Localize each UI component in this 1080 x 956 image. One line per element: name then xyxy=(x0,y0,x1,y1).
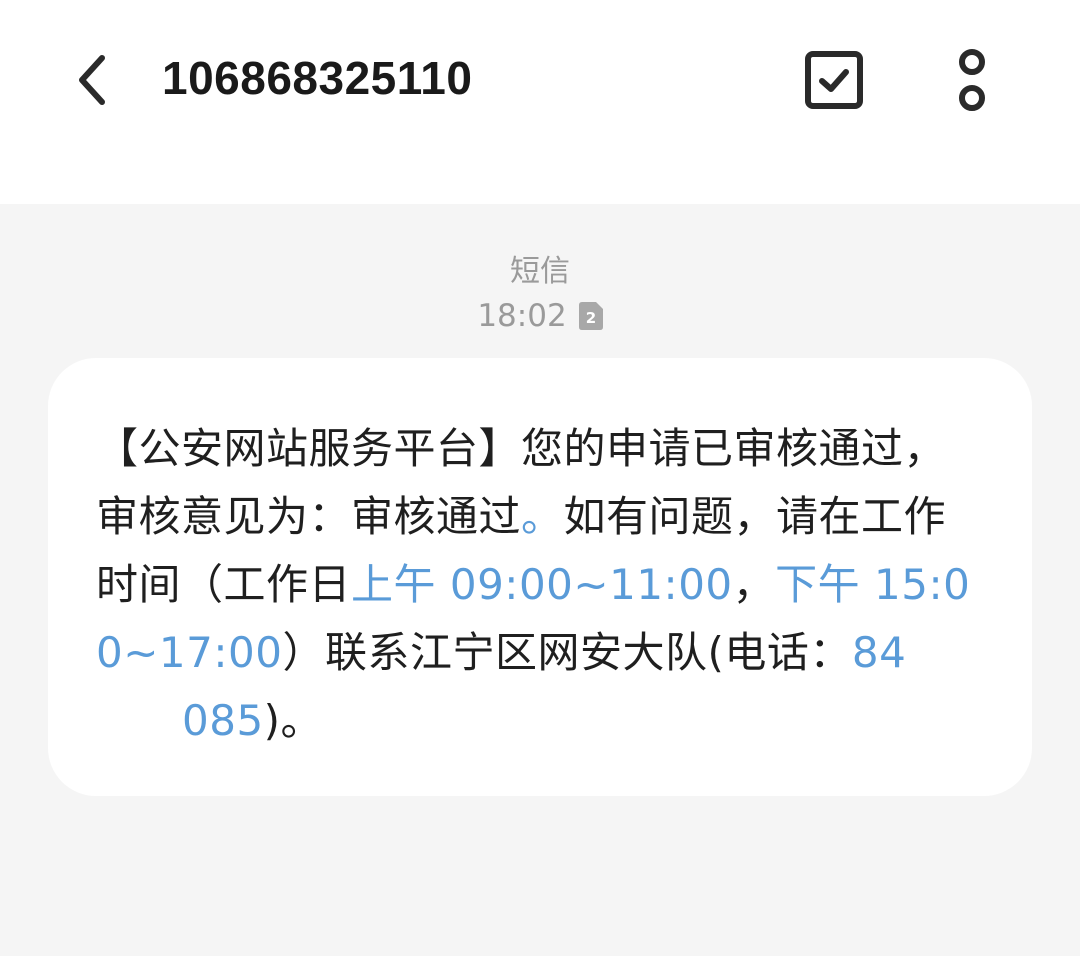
more-options-button[interactable] xyxy=(940,40,1004,120)
message-text: 【公安网站服务平台】您的申请已审核通过，审核意见为：审核通过。如有问题，请在工作… xyxy=(96,415,976,755)
sim-slot-number: 2 xyxy=(585,309,595,327)
chevron-left-icon xyxy=(79,55,105,105)
conversation-title: 106868325110 xyxy=(162,52,473,104)
message-time: 18:02 xyxy=(477,298,567,334)
app-header: 106868325110 xyxy=(0,0,1080,204)
message-part-3: ）联系江宁区网安大队(电话： xyxy=(282,628,852,677)
back-button[interactable] xyxy=(60,48,124,112)
select-messages-button[interactable] xyxy=(800,46,868,114)
message-channel-label: 短信 xyxy=(510,254,570,289)
message-tail: )。 xyxy=(263,696,324,745)
phone-number-link-start[interactable]: 84 xyxy=(852,628,906,677)
phone-number-link-end[interactable]: 085 xyxy=(182,696,264,745)
morning-hours-link[interactable]: 上午 09:00~11:00 xyxy=(351,560,733,609)
more-vertical-icon xyxy=(959,49,985,111)
message-timestamp-row: 18:02 2 xyxy=(0,294,1080,338)
checkbox-icon xyxy=(805,51,863,109)
comma-separator: ， xyxy=(732,560,776,609)
period-link[interactable]: 。 xyxy=(521,492,564,541)
sim-card-icon: 2 xyxy=(578,302,603,330)
